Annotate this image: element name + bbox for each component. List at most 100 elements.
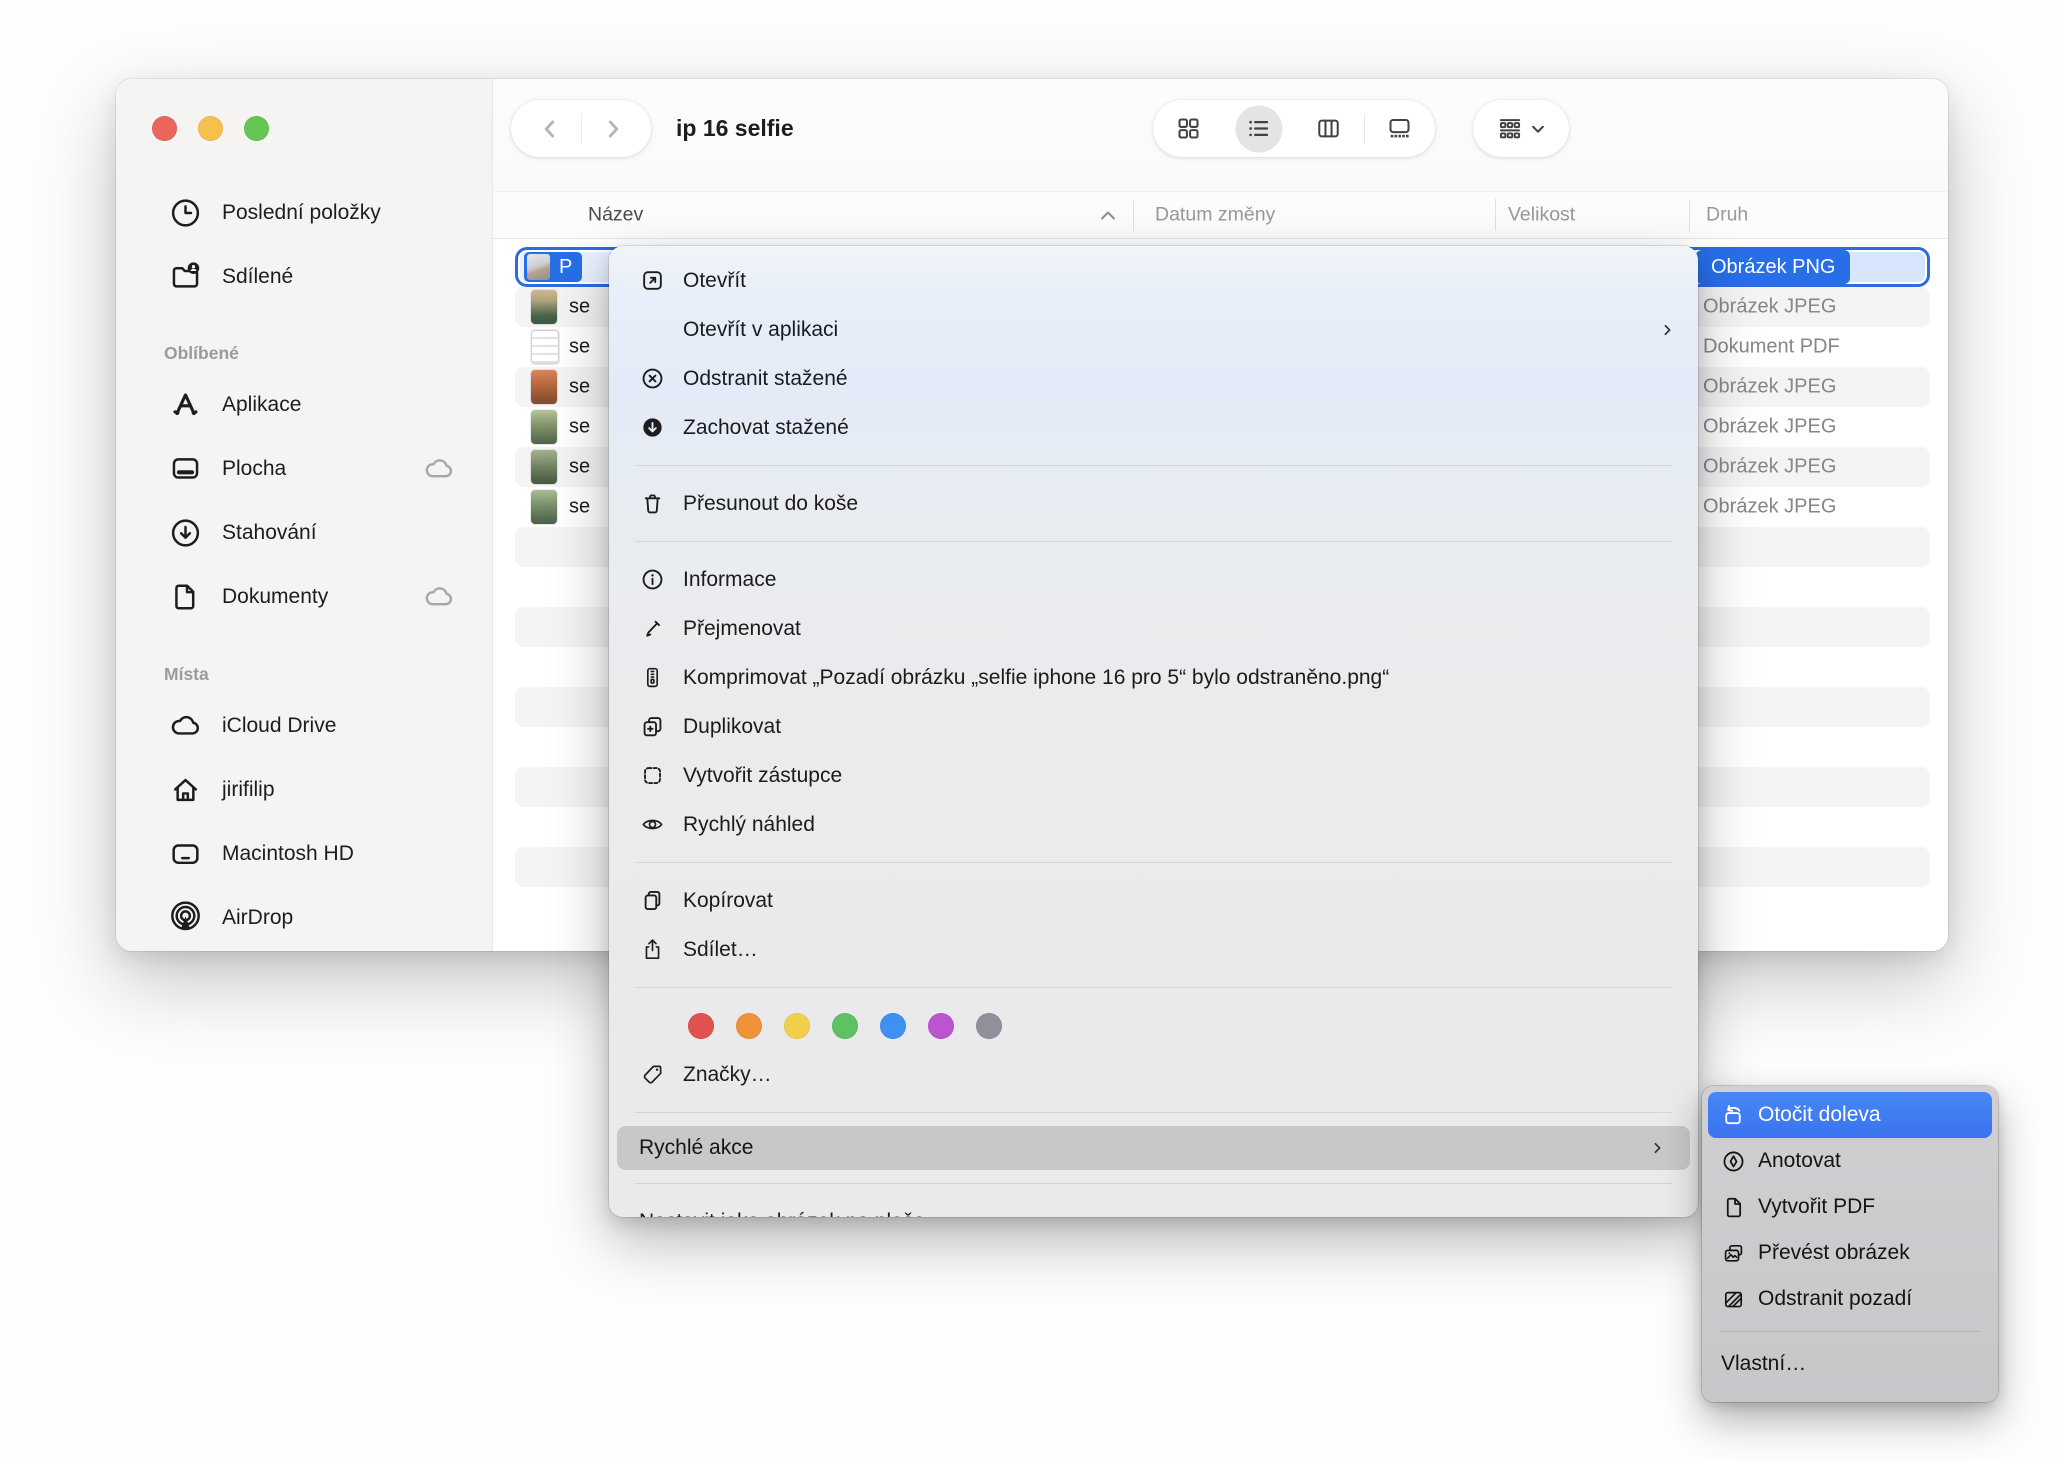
file-kind-badge: Obrázek PNG: [1696, 250, 1850, 284]
file-kind: Obrázek JPEG: [1703, 416, 1836, 439]
submenu-item-create-pdf[interactable]: Vytvořit PDF: [1708, 1184, 1992, 1230]
sidebar-item-home[interactable]: jirifilip: [116, 768, 492, 812]
window-title: ip 16 selfie: [676, 100, 794, 157]
tag-blue[interactable]: [880, 1013, 906, 1039]
menu-item-tags[interactable]: Značky…: [609, 1050, 1698, 1099]
sidebar-item-downloads[interactable]: Stahování: [116, 511, 492, 555]
file-kind: Obrázek JPEG: [1703, 296, 1836, 319]
sidebar-item-label: jirifilip: [222, 778, 275, 802]
menu-item-remove-download[interactable]: Odstranit stažené: [609, 354, 1698, 403]
menu-item-get-info[interactable]: Informace: [609, 555, 1698, 604]
menu-item-share[interactable]: Sdílet…: [609, 925, 1698, 974]
menu-item-duplicate[interactable]: Duplikovat: [609, 702, 1698, 751]
submenu-item-label: Odstranit pozadí: [1758, 1287, 1912, 1311]
sidebar-item-macintosh-hd[interactable]: Macintosh HD: [116, 832, 492, 876]
menu-item-set-desktop-picture[interactable]: Nastavit jako obrázek na ploše: [609, 1197, 1698, 1217]
file-name-cell: P: [524, 252, 582, 282]
submenu-item-remove-background[interactable]: Odstranit pozadí: [1708, 1276, 1992, 1322]
airdrop-icon: [169, 902, 202, 935]
alias-icon: [640, 763, 665, 788]
sidebar-item-icloud-drive[interactable]: iCloud Drive: [116, 704, 492, 748]
submenu-separator: [1720, 1331, 1980, 1332]
column-header-size[interactable]: Velikost: [1508, 204, 1575, 227]
sidebar-item-shared[interactable]: Sdílené: [116, 255, 492, 299]
sidebar-item-recents[interactable]: Poslední položky: [116, 191, 492, 235]
share-icon: [640, 937, 665, 962]
remove-download-icon: [640, 366, 665, 391]
home-icon: [169, 774, 202, 807]
context-menu: Otevřít Otevřít v aplikaci Odstranit sta…: [609, 246, 1698, 1217]
view-list-button[interactable]: [1224, 100, 1294, 157]
close-button[interactable]: [152, 116, 177, 141]
navigation-buttons: [511, 100, 651, 157]
group-by-button[interactable]: [1473, 100, 1569, 157]
submenu-item-annotate[interactable]: Anotovat: [1708, 1138, 1992, 1184]
tag-green[interactable]: [832, 1013, 858, 1039]
open-icon: [640, 268, 665, 293]
sidebar-item-applications[interactable]: Aplikace: [116, 383, 492, 427]
menu-separator: [635, 862, 1672, 863]
menu-item-compress[interactable]: Komprimovat „Pozadí obrázku „selfie ipho…: [609, 653, 1698, 702]
minimize-button[interactable]: [198, 116, 223, 141]
zoom-button[interactable]: [244, 116, 269, 141]
tag-red[interactable]: [688, 1013, 714, 1039]
view-switcher: [1153, 100, 1435, 157]
menu-item-label: Komprimovat „Pozadí obrázku „selfie ipho…: [683, 666, 1389, 690]
sidebar-section-places: Místa: [164, 664, 209, 685]
download-circle-icon: [169, 517, 202, 550]
menu-item-label: Přejmenovat: [683, 617, 801, 641]
chevron-right-icon: [1659, 319, 1676, 341]
menu-item-label: Nastavit jako obrázek na ploše: [639, 1210, 925, 1218]
file-name: se: [569, 456, 590, 479]
menu-item-open-with[interactable]: Otevřít v aplikaci: [609, 305, 1698, 354]
compress-icon: [640, 665, 665, 690]
group-by-icon: [1496, 115, 1524, 143]
view-gallery-button[interactable]: [1365, 100, 1435, 157]
grid-view-icon: [1175, 115, 1202, 142]
menu-item-quick-actions[interactable]: Rychlé akce: [617, 1126, 1690, 1170]
keep-download-icon: [640, 415, 665, 440]
sidebar-item-label: Macintosh HD: [222, 842, 354, 866]
menu-item-open[interactable]: Otevřít: [609, 256, 1698, 305]
menu-item-rename[interactable]: Přejmenovat: [609, 604, 1698, 653]
column-header-kind[interactable]: Druh: [1706, 204, 1748, 227]
quick-look-eye-icon: [640, 812, 665, 837]
desktop-icon: [169, 453, 202, 486]
view-columns-button[interactable]: [1294, 100, 1364, 157]
submenu-item-rotate-left[interactable]: Otočit doleva: [1708, 1092, 1992, 1138]
file-kind: Obrázek JPEG: [1703, 496, 1836, 519]
column-header-name[interactable]: Název: [588, 204, 643, 227]
sidebar-item-label: iCloud Drive: [222, 714, 336, 738]
sidebar-item-airdrop[interactable]: AirDrop: [116, 896, 492, 940]
sidebar-item-label: Plocha: [222, 457, 286, 481]
menu-item-make-alias[interactable]: Vytvořit zástupce: [609, 751, 1698, 800]
submenu-item-convert-image[interactable]: Převést obrázek: [1708, 1230, 1992, 1276]
menu-item-label: Značky…: [683, 1063, 772, 1087]
tag-icon: [640, 1062, 665, 1087]
column-header-date[interactable]: Datum změny: [1155, 204, 1275, 227]
view-icons-button[interactable]: [1154, 100, 1224, 157]
menu-item-keep-download[interactable]: Zachovat stažené: [609, 403, 1698, 452]
remove-background-icon: [1721, 1287, 1746, 1312]
forward-button[interactable]: [582, 100, 644, 157]
menu-item-move-to-trash[interactable]: Přesunout do koše: [609, 479, 1698, 528]
shared-folder-icon: [169, 261, 202, 294]
chevron-right-icon: [600, 116, 626, 142]
tag-yellow[interactable]: [784, 1013, 810, 1039]
file-thumbnail: [527, 254, 550, 280]
back-button[interactable]: [519, 100, 581, 157]
tag-purple[interactable]: [928, 1013, 954, 1039]
file-name: se: [569, 296, 590, 319]
rename-pencil-icon: [640, 616, 665, 641]
menu-item-quick-look[interactable]: Rychlý náhled: [609, 800, 1698, 849]
submenu-item-label: Převést obrázek: [1758, 1241, 1910, 1265]
submenu-item-custom[interactable]: Vlastní…: [1708, 1341, 1992, 1387]
tag-orange[interactable]: [736, 1013, 762, 1039]
sidebar-item-documents[interactable]: Dokumenty: [116, 575, 492, 619]
document-icon: [169, 581, 202, 614]
sidebar-item-desktop[interactable]: Plocha: [116, 447, 492, 491]
menu-item-copy[interactable]: Kopírovat: [609, 876, 1698, 925]
convert-image-icon: [1721, 1241, 1746, 1266]
menu-item-label: Přesunout do koše: [683, 492, 858, 516]
tag-gray[interactable]: [976, 1013, 1002, 1039]
